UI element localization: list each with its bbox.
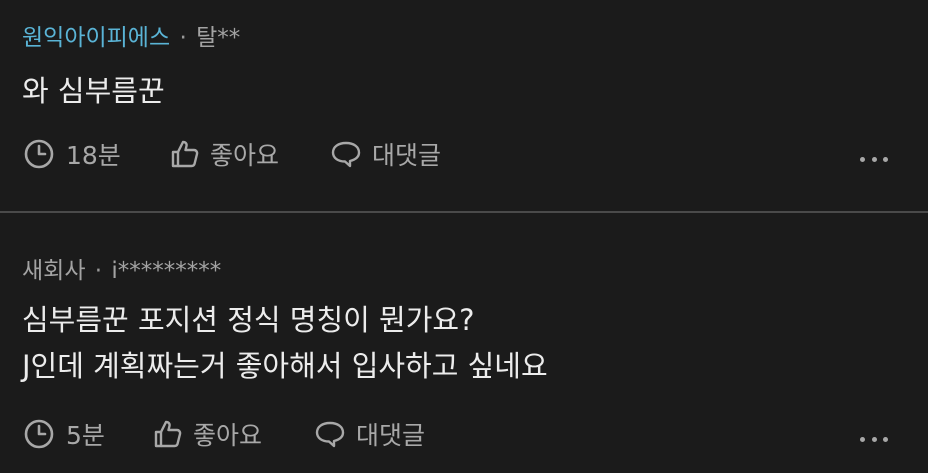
thumbs-up-icon [154, 420, 182, 448]
comment-text-line: 와 심부름꾼 [22, 74, 165, 108]
reply-button[interactable]: 대댓글 [314, 416, 425, 452]
reply-label: 대댓글 [372, 141, 442, 170]
comment-text: 와 심부름꾼 [22, 68, 165, 114]
comment-actions: 18분 좋아요 대댓글 [22, 136, 441, 172]
comment-meta: 새회사 · i********* [22, 257, 221, 285]
timestamp: 5분 [22, 416, 153, 452]
company-name: 새회사 [22, 258, 86, 284]
meta-separator: · [94, 258, 103, 284]
speech-bubble-icon [315, 421, 345, 448]
dot [883, 156, 888, 162]
more-options-icon[interactable] [860, 155, 888, 163]
like-label: 좋아요 [210, 141, 280, 170]
like-button[interactable]: 좋아요 [170, 136, 330, 172]
timestamp-label: 18분 [66, 141, 121, 170]
comment-text-line: J인데 계획짜는거 좋아해서 입사하고 싶네요 [22, 349, 548, 383]
timestamp: 18분 [22, 136, 170, 172]
comment-item: 새회사 · i********* 심부름꾼 포지션 정식 명칭이 뭔가요? J인… [0, 213, 928, 473]
comment-meta: 원익아이피에스 · 탈** [22, 24, 240, 52]
clock-icon [24, 419, 54, 449]
clock-icon [24, 139, 54, 169]
comment-text: 심부름꾼 포지션 정식 명칭이 뭔가요? J인데 계획짜는거 좋아해서 입사하고… [22, 297, 548, 389]
comment-actions: 5분 좋아요 대댓글 [22, 416, 425, 452]
comment-item: 원익아이피에스 · 탈** 와 심부름꾼 18분 좋아요 대댓글 [0, 0, 928, 211]
dot [883, 436, 888, 442]
speech-bubble-icon [331, 141, 361, 168]
meta-separator: · [179, 25, 187, 51]
reply-button[interactable]: 대댓글 [330, 136, 441, 172]
author-name: 탈** [196, 25, 241, 51]
author-name: i********* [111, 258, 222, 284]
reply-label: 대댓글 [356, 421, 426, 450]
company-name-link[interactable]: 원익아이피에스 [22, 25, 170, 51]
dot [871, 156, 877, 162]
timestamp-label: 5분 [66, 421, 105, 450]
thumbs-up-icon [171, 140, 199, 168]
comment-text-line: 심부름꾼 포지션 정식 명칭이 뭔가요? [22, 303, 475, 337]
more-options-icon[interactable] [860, 435, 888, 443]
dot [860, 436, 865, 442]
dot [860, 156, 865, 162]
like-label: 좋아요 [193, 421, 263, 450]
dot [871, 436, 877, 442]
like-button[interactable]: 좋아요 [153, 416, 314, 452]
